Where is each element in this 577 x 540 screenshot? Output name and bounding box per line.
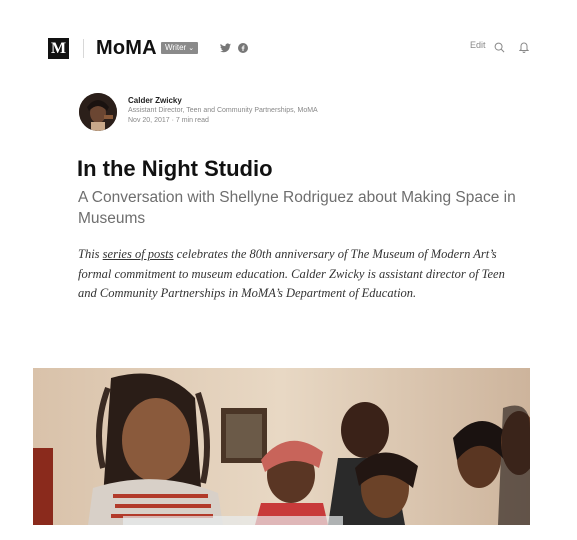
publication-name[interactable]: MoMA bbox=[96, 37, 157, 60]
edit-link[interactable]: Edit bbox=[470, 40, 486, 50]
twitter-icon[interactable] bbox=[220, 40, 231, 58]
author-bio: Assistant Director, Teen and Community P… bbox=[128, 107, 318, 114]
article-title: In the Night Studio bbox=[77, 156, 273, 181]
post-date-readtime: Nov 20, 2017 · 7 min read bbox=[128, 117, 209, 124]
writer-badge-label: Writer bbox=[165, 43, 187, 52]
author-name[interactable]: Calder Zwicky bbox=[128, 96, 428, 106]
writer-dropdown[interactable]: Writer ⌄ bbox=[161, 42, 199, 54]
search-icon[interactable] bbox=[494, 40, 505, 58]
author-info: Calder Zwicky Assistant Director, Teen a… bbox=[128, 96, 428, 126]
author-avatar[interactable] bbox=[79, 93, 117, 131]
top-navigation-bar: M MoMA Writer ⌄ Edit bbox=[0, 0, 577, 80]
article-subtitle: A Conversation with Shellyne Rodriguez a… bbox=[78, 189, 516, 227]
facebook-icon[interactable] bbox=[238, 40, 248, 58]
header-divider bbox=[83, 39, 84, 58]
medium-logo[interactable]: M bbox=[48, 38, 69, 59]
series-of-posts-link[interactable]: series of posts bbox=[103, 247, 174, 261]
chevron-down-icon: ⌄ bbox=[188, 45, 195, 52]
hero-image bbox=[33, 368, 530, 525]
article-intro: This series of posts celebrates the 80th… bbox=[78, 245, 518, 304]
bell-icon[interactable] bbox=[518, 40, 530, 58]
intro-text-start: This bbox=[78, 247, 103, 261]
